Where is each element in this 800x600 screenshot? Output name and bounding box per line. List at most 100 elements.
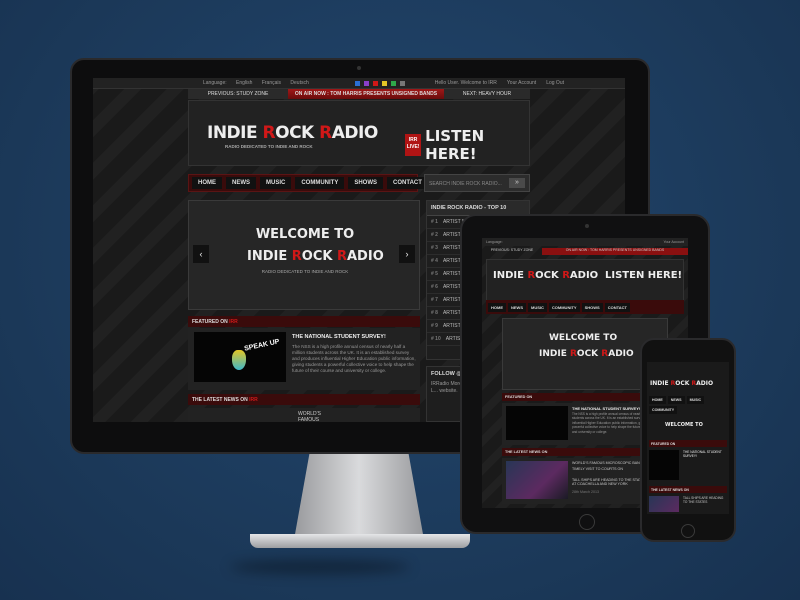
news-item[interactable]: WORLD'S FAMOUS MICROSCOPIC BANDS: [188, 408, 420, 422]
top-bar: Language: English Français Deutsch Hello…: [93, 78, 625, 89]
featured-accent: IRR: [229, 319, 238, 325]
rank: # 4: [431, 258, 438, 264]
previous-show: PREVIOUS: STUDY ZONE: [207, 91, 269, 97]
swatch-yellow[interactable]: [381, 80, 387, 86]
site-logo[interactable]: INDIE ROCK RADIO: [207, 123, 378, 143]
logo-text: ADIO: [569, 270, 599, 281]
iphone-news-title[interactable]: TALL SHIPS ARE HEADING TO THE STATES: [683, 496, 727, 504]
iphone-featured-image: [649, 450, 679, 480]
next-show: NEXT: HEAVY HOUR: [462, 91, 512, 97]
swatch-red[interactable]: [372, 80, 378, 86]
ipad-nav-music[interactable]: MUSIC: [528, 302, 547, 312]
speak-up-figure-icon: [232, 350, 246, 370]
ipad-featured-title[interactable]: THE NATIONAL STUDENT SURVEY!: [572, 406, 640, 411]
logo-text: OCK: [535, 270, 563, 281]
iphone-nav-news[interactable]: NEWS: [667, 396, 685, 404]
live-badge: IRR LIVE!: [405, 134, 422, 156]
imac-stand-base: [250, 534, 470, 548]
featured-body: The NSS is a high profile annual census …: [292, 344, 416, 373]
swatch-grey[interactable]: [399, 80, 405, 86]
iphone-latest-header: THE LATEST NEWS ON: [649, 486, 727, 493]
logo-accent: R: [569, 349, 577, 359]
site-header: INDIE ROCK RADIO RADIO DEDICATED TO INDI…: [188, 100, 530, 166]
nav-music[interactable]: MUSIC: [260, 177, 292, 189]
featured-title[interactable]: THE NATIONAL STUDENT SURVEY!: [292, 334, 386, 340]
ipad-slider-logo: INDIE ROCK RADIO: [539, 349, 634, 359]
iphone-nav-home[interactable]: HOME: [649, 396, 666, 404]
ipad-welcome: WELCOME TO: [549, 333, 618, 343]
rank: # 3: [431, 245, 438, 251]
iphone-featured-header: FEATURED ON: [649, 440, 727, 447]
logo-text: INDIE: [247, 249, 292, 264]
logo-text: ADIO: [696, 380, 714, 387]
slider-next-button[interactable]: ›: [399, 245, 415, 263]
ipad-header: INDIE ROCK RADIO LISTEN HERE!: [486, 259, 684, 301]
language-label: Language:: [203, 80, 227, 86]
logout-link[interactable]: Log Out: [546, 80, 564, 86]
iphone-nav-music[interactable]: MUSIC: [686, 396, 705, 404]
rank: # 8: [431, 310, 438, 316]
nav-shows[interactable]: SHOWS: [348, 177, 384, 189]
featured-item[interactable]: SPEAK UP THE NATIONAL STUDENT SURVEY! Th…: [188, 328, 420, 390]
rank: # 6: [431, 284, 438, 290]
ipad-featured-label: FEATURED ON: [505, 395, 533, 399]
ipad-nav-home[interactable]: HOME: [488, 302, 506, 312]
slider-logo: INDIE ROCK RADIO: [247, 249, 384, 264]
speak-up-text: SPEAK UP: [243, 338, 281, 353]
news-title: WORLD'S FAMOUS MICROSCOPIC BANDS: [298, 411, 321, 422]
search-placeholder: SEARCH INDIE ROCK RADIO...: [429, 181, 502, 187]
language-french[interactable]: Français: [262, 80, 281, 86]
iphone-nav-community[interactable]: COMMUNITY: [649, 406, 678, 414]
ipad-news-image: [506, 461, 568, 499]
rank: # 7: [431, 297, 438, 303]
slider-prev-button[interactable]: ‹: [193, 245, 209, 263]
greeting: Hello User. Welcome to IRR: [434, 80, 497, 86]
iphone-home-button: [681, 524, 695, 538]
ipad-listen-button[interactable]: LISTEN HERE!: [605, 270, 682, 281]
listen-here-button[interactable]: IRR LIVE! LISTEN HERE!: [405, 127, 529, 163]
logo-text: ADIO: [608, 349, 634, 359]
featured-label: FEATURED ON: [192, 319, 228, 325]
iphone-screen: INDIE ROCK RADIO HOME NEWS MUSIC COMMUNI…: [647, 362, 729, 514]
swatch-blue[interactable]: [354, 80, 360, 86]
ipad-nav-shows[interactable]: SHOWS: [581, 302, 603, 312]
ipad-nav: HOME NEWS MUSIC COMMUNITY SHOWS CONTACT: [486, 300, 684, 314]
account-link[interactable]: Your Account: [507, 80, 536, 86]
logo-accent: R: [319, 123, 332, 143]
iphone-logo[interactable]: INDIE ROCK RADIO: [650, 380, 713, 387]
featured-header: FEATURED ON IRR: [188, 316, 420, 327]
ipad-nav-contact[interactable]: CONTACT: [604, 302, 630, 312]
ipad-camera: [585, 224, 589, 228]
nav-news[interactable]: NEWS: [226, 177, 256, 189]
nav-community[interactable]: COMMUNITY: [295, 177, 345, 189]
language-english[interactable]: English: [236, 80, 252, 86]
theme-swatches: [354, 80, 405, 86]
search-button[interactable]: »: [509, 178, 525, 188]
language-german[interactable]: Deutsch: [290, 80, 308, 86]
logo-text: OCK: [675, 380, 692, 387]
swatch-green[interactable]: [390, 80, 396, 86]
ipad-nav-news[interactable]: NEWS: [508, 302, 526, 312]
rank: # 1: [431, 219, 438, 225]
ipad-logo[interactable]: INDIE ROCK RADIO: [493, 270, 598, 281]
ipad-latest-label: THE LATEST NEWS ON: [505, 450, 548, 454]
logo-tagline: RADIO DEDICATED TO INDIE AND ROCK: [225, 144, 313, 149]
iphone-featured-title[interactable]: THE NATIONAL STUDENT SURVEY!: [683, 450, 727, 458]
iphone-featured-label: FEATURED ON: [651, 441, 676, 446]
logo-text: INDIE: [650, 380, 671, 387]
logo-text: ADIO: [331, 123, 379, 143]
ipad-nav-community[interactable]: COMMUNITY: [548, 302, 580, 312]
welcome-heading: WELCOME TO: [255, 227, 355, 242]
nav-contact[interactable]: CONTACT: [387, 177, 428, 189]
rank: # 5: [431, 271, 438, 277]
swatch-purple[interactable]: [363, 80, 369, 86]
nav-home[interactable]: HOME: [192, 177, 222, 189]
iphone-nav: HOME NEWS MUSIC COMMUNITY: [649, 396, 727, 414]
iphone-news-image: [649, 496, 679, 512]
search-input[interactable]: SEARCH INDIE ROCK RADIO... »: [424, 174, 530, 192]
slider-tagline: RADIO DEDICATED TO INDIE AND ROCK: [261, 269, 349, 274]
ipad-account-link[interactable]: Your Account: [664, 240, 685, 244]
logo-text: ADIO: [347, 249, 384, 264]
logo-accent: R: [527, 270, 536, 281]
rank: # 10: [431, 336, 441, 342]
